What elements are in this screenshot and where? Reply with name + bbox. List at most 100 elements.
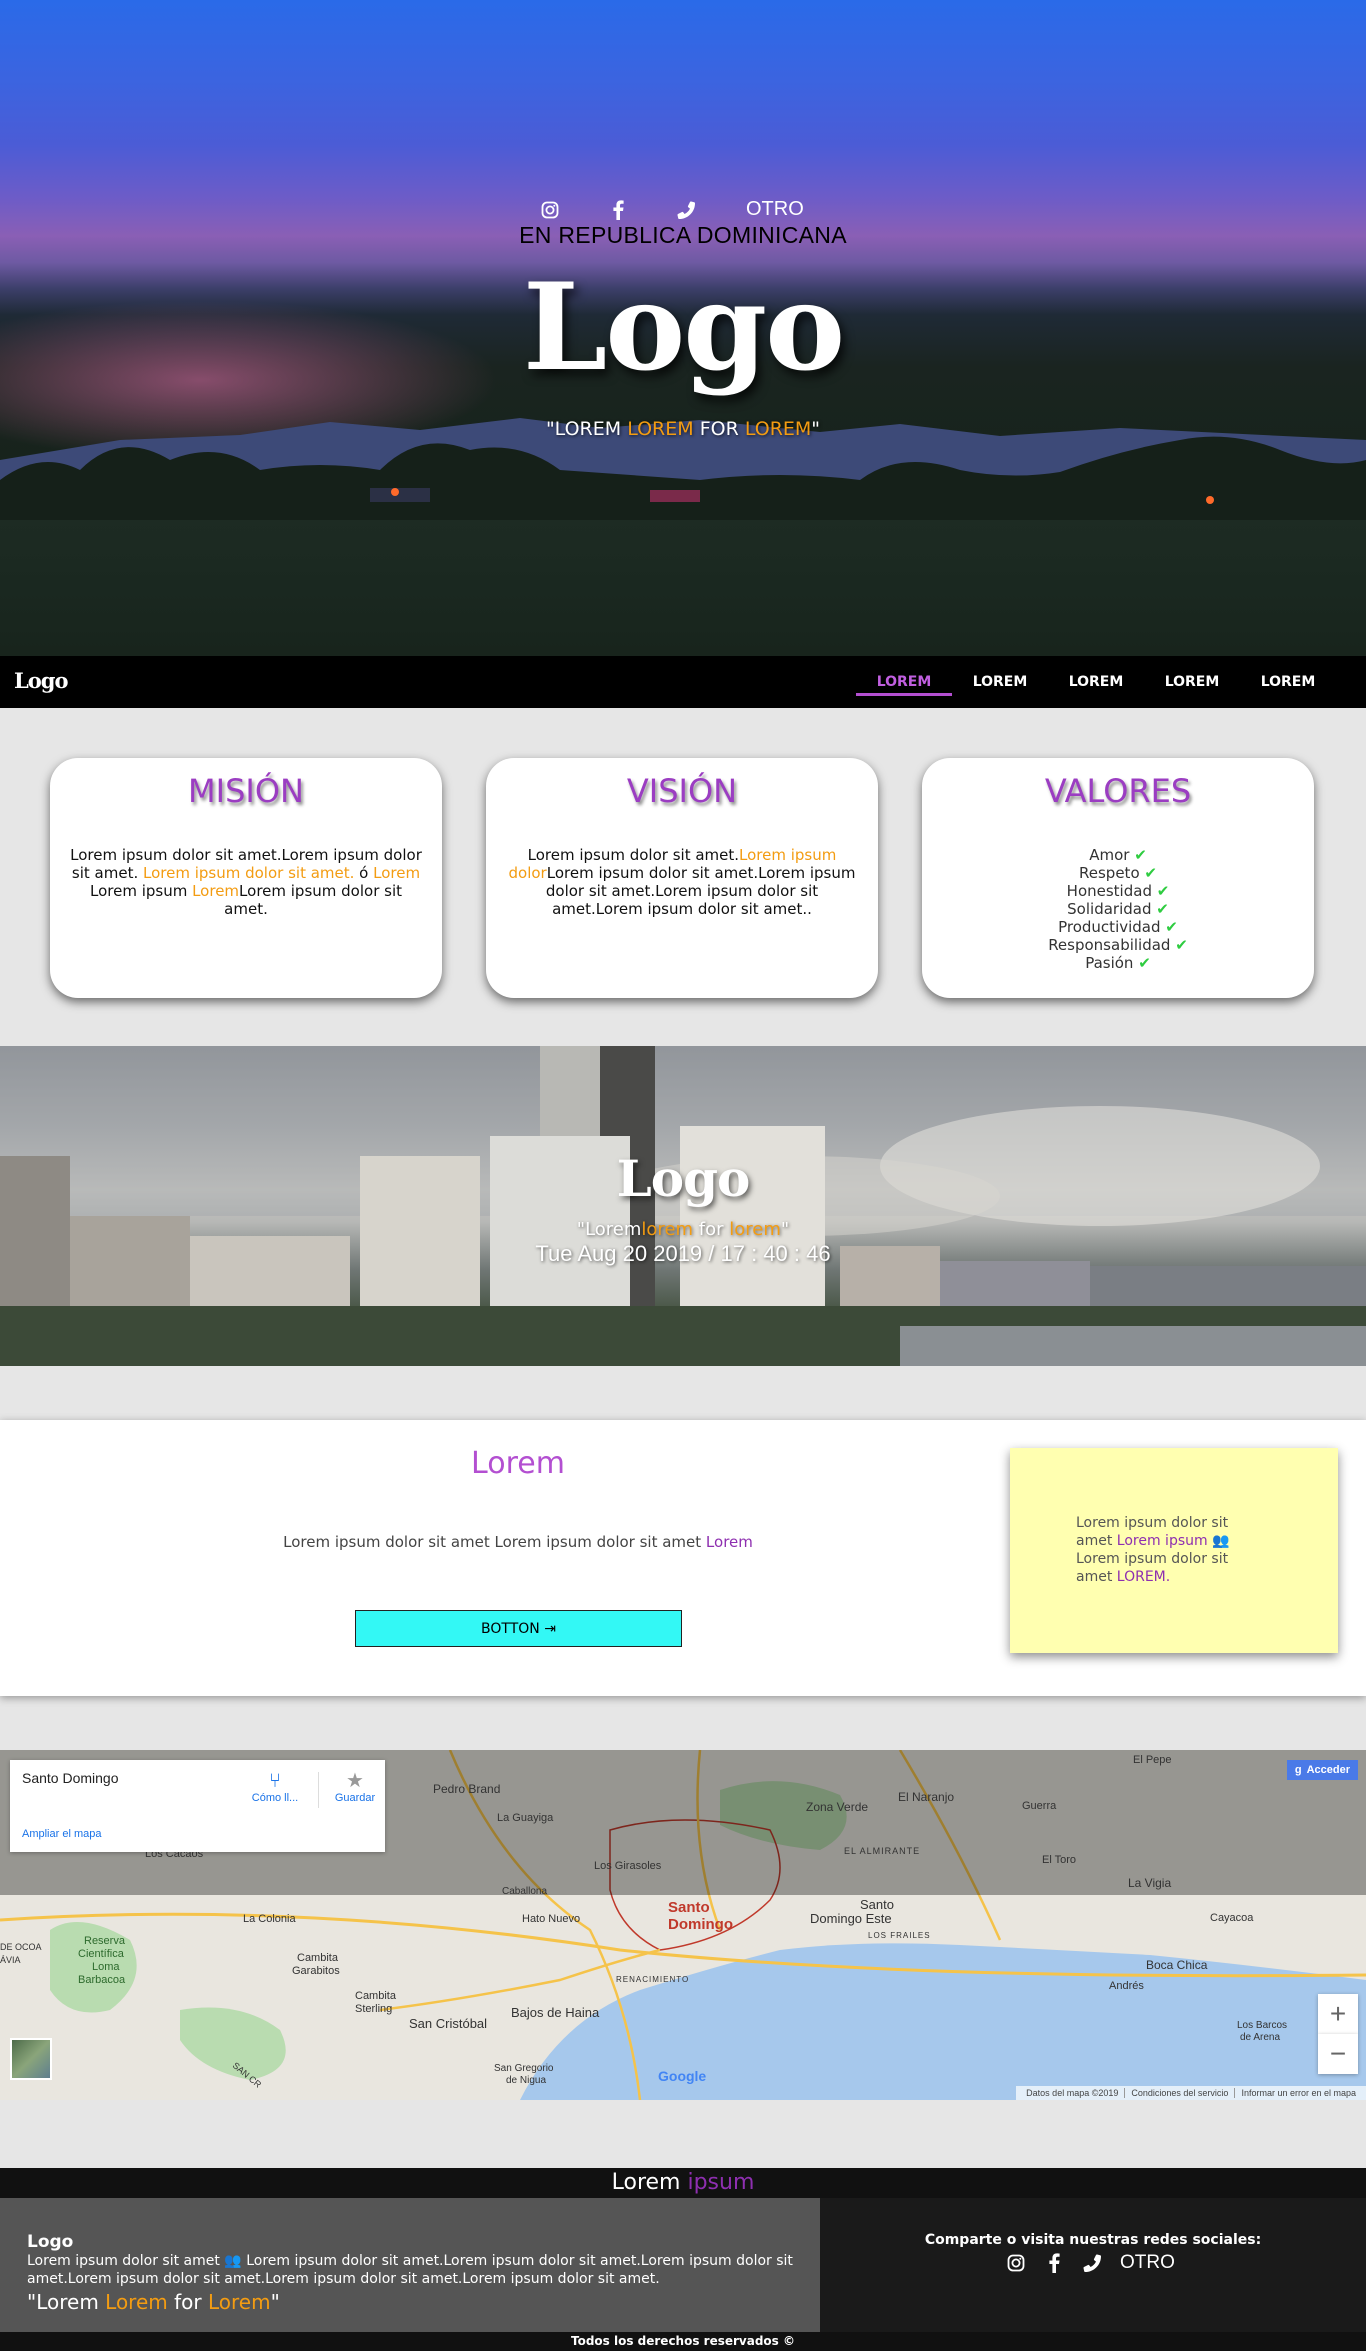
map-label: San Gregorio xyxy=(494,2063,554,2074)
map-label: Bajos de Haina xyxy=(511,2005,600,2020)
hero-logo: Logo xyxy=(522,257,845,398)
vision-title: VISIÓN xyxy=(626,772,738,810)
valor-item: Solidaridad ✔ xyxy=(1067,900,1169,918)
map-label: San Cristóbal xyxy=(409,2016,488,2031)
divider xyxy=(318,1772,319,1808)
map-label: Santo xyxy=(860,1897,894,1912)
google-logo: Google xyxy=(658,2068,707,2084)
check-icon: ✔ xyxy=(1156,900,1169,918)
save-button[interactable]: ★ Guardar xyxy=(320,1770,390,1804)
valor-item: Respeto ✔ xyxy=(1079,864,1157,882)
map-label: RENACIMIENTO xyxy=(616,1975,690,1984)
map-label: Garabitos xyxy=(292,1965,340,1977)
map-label: DE OCOA xyxy=(0,1942,42,1952)
mision-card: MISIÓN Lorem ipsum dolor sit amet.Lorem … xyxy=(50,758,442,998)
city-slogan: "Loremlorem for lorem" xyxy=(576,1219,790,1240)
note-text: Lorem ipsum dolor sit amet Lorem ipsum 👥… xyxy=(1076,1515,1230,1585)
check-icon: ✔ xyxy=(1156,882,1170,900)
map-label: Andrés xyxy=(1109,1980,1144,1992)
navbar: Logo LOREM LOREM LOREM LOREM LOREM xyxy=(0,656,1366,708)
hero-social-links: OTRO xyxy=(540,198,804,221)
map-city-label: Domingo xyxy=(668,1916,733,1933)
vision-text: Lorem ipsum dolor sit amet.Lorem ipsum d… xyxy=(508,846,856,918)
map-login-button[interactable]: g Acceder xyxy=(1286,1760,1358,1780)
enlarge-map-link[interactable]: Ampliar el mapa xyxy=(22,1828,101,1840)
nav-item-2[interactable]: LOREM xyxy=(952,656,1048,708)
directions-button[interactable]: ⑂ Cómo ll... xyxy=(240,1770,310,1804)
map-label: Pedro Brand xyxy=(433,1782,501,1796)
map-city-label: Santo xyxy=(668,1899,710,1916)
map-label: Domingo Este xyxy=(810,1911,892,1926)
map-label: Sterling xyxy=(355,2003,393,2015)
footer-about: Logo Lorem ipsum dolor sit amet 👥 Lorem … xyxy=(0,2198,820,2332)
phone-icon[interactable] xyxy=(676,200,696,220)
city-logo: Logo xyxy=(616,1149,751,1208)
check-icon: ✔ xyxy=(1144,864,1157,882)
zoom-out-button[interactable]: − xyxy=(1318,2034,1358,2074)
nav-item-4[interactable]: LOREM xyxy=(1144,656,1240,708)
map-label: Boca Chica xyxy=(1146,1958,1208,1972)
footer-logo: Logo xyxy=(27,2232,74,2252)
map-data-credit: Datos del mapa ©2019 xyxy=(1026,2088,1119,2098)
satellite-toggle[interactable] xyxy=(10,2038,52,2080)
vision-card: VISIÓN Lorem ipsum dolor sit amet.Lorem … xyxy=(486,758,878,998)
map-label: El Toro xyxy=(1042,1854,1077,1866)
info-title: Lorem xyxy=(471,1446,565,1481)
map-label: Los Girasoles xyxy=(594,1860,662,1872)
map-label: de Arena xyxy=(1240,2032,1281,2043)
map-label: LOS FRAILES xyxy=(868,1931,931,1940)
instagram-icon[interactable] xyxy=(1006,2253,1026,2273)
valor-item: Pasión ✔ xyxy=(1085,954,1151,972)
map-label: Los Barcos xyxy=(1237,2020,1288,2031)
valor-item: Honestidad ✔ xyxy=(1066,882,1170,900)
instagram-icon[interactable] xyxy=(540,200,560,220)
map-place-card: Santo Domingo ⑂ Cómo ll... ★ Guardar Ampli… xyxy=(10,1760,385,1852)
valores-list: Amor ✔ Respeto ✔ Honestidad ✔ Solidarida… xyxy=(922,846,1314,972)
map-embed[interactable]: Pedro Brand La Guayiga Zona Verde El Nar… xyxy=(0,1750,1366,2100)
valores-card: VALORES Amor ✔ Respeto ✔ Honestidad ✔ So… xyxy=(922,758,1314,998)
valores-title: VALORES xyxy=(1044,772,1192,810)
map-label: Cambita xyxy=(297,1952,338,1964)
footer-social-links: OTRO xyxy=(1006,2252,1175,2274)
map-attribution: Datos del mapa ©2019 Condiciones del ser… xyxy=(1016,2086,1366,2100)
map-label: EL ALMIRANTE xyxy=(844,1846,921,1856)
check-icon: ✔ xyxy=(1134,846,1147,864)
terms-link[interactable]: Condiciones del servicio xyxy=(1124,2088,1234,2098)
social-other-link[interactable]: OTRO xyxy=(746,198,804,221)
footer-title: Lorem ipsum xyxy=(0,2168,1366,2198)
phone-icon[interactable] xyxy=(1082,2253,1102,2273)
live-clock: Tue Aug 20 2019 / 17 : 40 : 46 xyxy=(535,1241,831,1266)
report-error-link[interactable]: Informar un error en el mapa xyxy=(1234,2088,1362,2098)
map-label: El Pepe xyxy=(1133,1754,1172,1766)
info-section: Lorem Lorem ipsum dolor sit amet Lorem i… xyxy=(0,1420,1366,1696)
check-icon: ✔ xyxy=(1175,936,1188,954)
navbar-logo[interactable]: Logo xyxy=(14,668,68,693)
footer-text: Lorem ipsum dolor sit amet 👥 Lorem ipsum… xyxy=(27,2253,793,2287)
map-label: Hato Nuevo xyxy=(522,1913,581,1925)
nav-menu: LOREM LOREM LOREM LOREM LOREM xyxy=(856,656,1336,708)
users-icon: 👥 xyxy=(1212,1533,1230,1549)
info-link[interactable]: Lorem xyxy=(706,1533,753,1551)
hero-subtitle: EN REPUBLICA DOMINICANA xyxy=(519,222,847,248)
sign-in-icon: ⇥ xyxy=(544,1620,556,1637)
nav-item-5[interactable]: LOREM xyxy=(1240,656,1336,708)
social-other-link[interactable]: OTRO xyxy=(1120,2252,1175,2274)
copyright: Todos los derechos reservados © xyxy=(0,2332,1366,2351)
nav-item-1[interactable]: LOREM xyxy=(856,656,952,708)
mision-text: Lorem ipsum dolor sit amet.Lorem ipsum d… xyxy=(70,846,422,918)
footer-social: Comparte o visita nuestras redes sociale… xyxy=(820,2198,1366,2332)
zoom-in-button[interactable]: + xyxy=(1318,1994,1358,2034)
facebook-icon[interactable] xyxy=(608,199,628,220)
footer-slogan: "Lorem Lorem for Lorem" xyxy=(27,2290,280,2314)
valor-item: Responsabilidad ✔ xyxy=(1048,936,1188,954)
map-label: Cambita xyxy=(355,1990,396,2002)
mision-title: MISIÓN xyxy=(188,772,304,810)
map-place-name: Santo Domingo xyxy=(22,1770,119,1786)
nav-item-3[interactable]: LOREM xyxy=(1048,656,1144,708)
main-button[interactable]: BOTTON ⇥ xyxy=(355,1610,682,1647)
directions-icon: ⑂ xyxy=(269,1770,281,1792)
map-label: de Nigua xyxy=(506,2075,547,2086)
map-label: Reserva xyxy=(84,1935,125,1947)
facebook-icon[interactable] xyxy=(1044,2253,1064,2273)
map-label: El Naranjo xyxy=(898,1790,955,1804)
